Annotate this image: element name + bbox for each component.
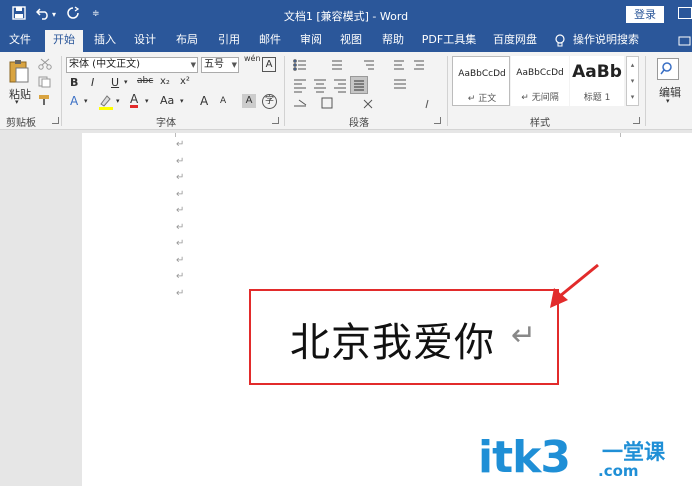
paragraph-mark: ↵ (176, 222, 185, 233)
font-color-button[interactable]: A (130, 93, 139, 108)
subscript-button[interactable]: x₂ (160, 76, 170, 87)
tab-home[interactable]: 开始 (45, 30, 83, 52)
login-button[interactable]: 登录 (626, 6, 664, 23)
chevron-down-icon: ▼ (231, 61, 237, 69)
share-icon[interactable] (678, 35, 692, 47)
shrink-font-button[interactable]: A (220, 96, 226, 106)
chevron-down-icon[interactable]: ▾ (116, 97, 120, 105)
tab-help[interactable]: 帮助 (376, 30, 410, 52)
char-shading-button[interactable]: A (242, 94, 256, 108)
style-no-spacing[interactable]: AaBbCcDd ↵ 无间隔 (511, 56, 569, 106)
italic-button[interactable]: I (91, 76, 94, 89)
divider (61, 56, 62, 126)
divider (447, 56, 448, 126)
paragraph-mark: ↵ (176, 205, 185, 216)
paste-button[interactable]: 粘贴 (6, 86, 34, 102)
grow-font-button[interactable]: A (200, 94, 208, 108)
font-launcher-icon[interactable] (272, 117, 279, 124)
strikethrough-button[interactable]: abc (137, 76, 153, 86)
paragraph-mark: ↵ (176, 189, 185, 200)
font-name-value: 宋体 (中文正文) (69, 59, 140, 70)
enclose-chars-button[interactable]: 字 (262, 94, 277, 109)
chevron-down-icon[interactable]: ▾ (84, 97, 88, 105)
style-name: ↵ 无间隔 (521, 93, 559, 103)
bold-button[interactable]: B (70, 76, 78, 89)
group-label-clipboard: 剪贴板 (6, 118, 36, 129)
styles-scroll[interactable]: ▴ ▾ ▾ (626, 56, 639, 106)
group-label-paragraph: 段落 (349, 118, 369, 129)
paragraph-mark: ↵ (176, 255, 185, 266)
tab-baidu-netdisk[interactable]: 百度网盘 (486, 30, 544, 52)
ribbon-tabs: 文件 开始 插入 设计 布局 引用 邮件 审阅 视图 帮助 PDF工具集 百度网… (0, 30, 692, 52)
chevron-down-icon[interactable]: ▾ (666, 97, 670, 105)
crop-mark (620, 133, 626, 137)
tab-design[interactable]: 设计 (128, 30, 162, 52)
justify-icon (354, 80, 364, 91)
chevron-down-icon: ▼ (190, 61, 196, 69)
style-preview: AaBbCcDd (458, 69, 506, 79)
tab-mailings[interactable]: 邮件 (253, 30, 287, 52)
font-size-select[interactable]: 五号 ▼ (201, 57, 239, 73)
find-button[interactable] (657, 58, 679, 80)
window-title: 文档1 [兼容模式] - Word (283, 10, 409, 23)
highlight-color-icon[interactable] (98, 94, 114, 110)
divider (284, 56, 285, 126)
tab-references[interactable]: 引用 (212, 30, 246, 52)
superscript-button[interactable]: x² (180, 76, 190, 87)
paragraph-mark: ↵ (176, 139, 185, 150)
paragraph-mark: ↵ (176, 271, 185, 282)
group-label-font: 字体 (156, 118, 176, 129)
change-case-button[interactable]: Aa (160, 94, 174, 107)
editing-button[interactable]: 编辑 (657, 84, 683, 100)
highlight-box (249, 289, 559, 385)
red-arrow-icon (550, 263, 599, 308)
lightbulb-icon (555, 34, 565, 47)
text-effects-button[interactable]: A (70, 94, 78, 108)
underline-button[interactable]: U (111, 76, 119, 89)
paragraph-launcher-icon[interactable] (434, 117, 441, 124)
paragraph-mark: ↵ (176, 238, 185, 249)
tab-layout[interactable]: 布局 (170, 30, 204, 52)
tab-review[interactable]: 审阅 (294, 30, 328, 52)
style-heading-1[interactable]: AaBb 标题 1 (570, 56, 624, 106)
style-preview: AaBb (572, 62, 622, 82)
style-normal[interactable]: AaBbCcDd ↵ 正文 (452, 56, 510, 106)
chevron-down-icon[interactable]: ▾ (180, 97, 184, 105)
style-name: ↵ 正文 (467, 94, 497, 104)
divider (645, 56, 646, 126)
tab-insert[interactable]: 插入 (88, 30, 122, 52)
ribbon: 粘贴 ▾ 剪贴板 宋体 (中文正文) ▼ 五号 ▼ wén A B I U ▾ ab… (0, 52, 692, 130)
ribbon-display-icon[interactable] (678, 7, 692, 19)
paragraph-mark: ↵ (176, 288, 185, 299)
tell-me-search[interactable]: 操作说明搜索 (572, 30, 640, 52)
cut-icon[interactable] (38, 58, 52, 70)
styles-launcher-icon[interactable] (633, 117, 640, 124)
justify-button[interactable] (350, 76, 368, 94)
title-bar: ▾ ≑ 文档1 [兼容模式] - Word 登录 (0, 0, 692, 30)
watermark-logo: itk3 (478, 432, 571, 483)
tab-file[interactable]: 文件 (0, 30, 40, 52)
paste-icon[interactable] (8, 58, 30, 84)
style-name: 标题 1 (583, 93, 611, 103)
paragraph-mark: ↵ (176, 156, 185, 167)
format-painter-icon[interactable] (38, 94, 52, 106)
tab-pdf-tools[interactable]: PDF工具集 (418, 30, 480, 52)
search-icon (660, 62, 672, 75)
crop-mark (170, 133, 176, 137)
chevron-down-icon[interactable]: ▾ (145, 97, 149, 105)
chevron-down-icon[interactable]: ▾ (15, 98, 19, 106)
tab-view[interactable]: 视图 (334, 30, 368, 52)
style-preview: AaBbCcDd (516, 68, 564, 78)
clipboard-launcher-icon[interactable] (52, 117, 59, 124)
paragraph-mark: ↵ (176, 172, 185, 183)
phonetic-guide-button[interactable]: wén (244, 55, 261, 63)
font-size-value: 五号 (204, 59, 224, 70)
copy-icon[interactable] (38, 76, 52, 88)
font-name-select[interactable]: 宋体 (中文正文) ▼ (66, 57, 198, 73)
watermark-com: .com (598, 462, 639, 480)
chevron-down-icon[interactable]: ▾ (124, 78, 128, 86)
group-label-styles: 样式 (530, 118, 550, 129)
char-border-button[interactable]: A (262, 57, 276, 72)
